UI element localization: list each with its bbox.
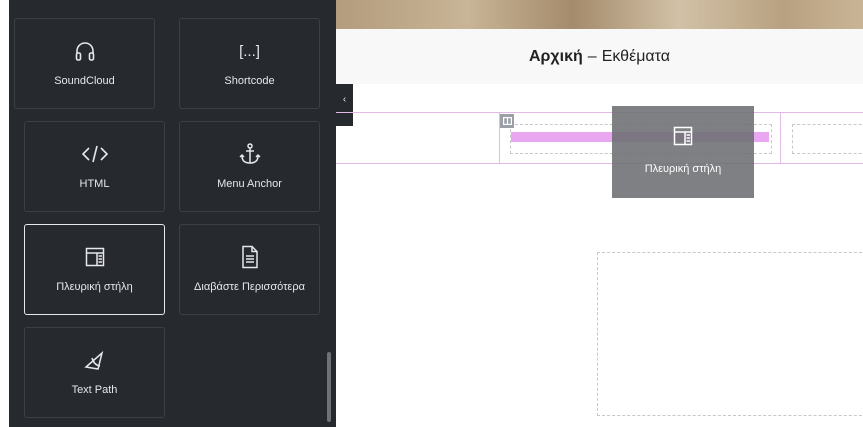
anchor-icon — [238, 140, 262, 168]
widget-shortcode[interactable]: [...] Shortcode — [179, 18, 320, 109]
widget-label: Διαβάστε Περισσότερα — [194, 281, 305, 293]
headphones-icon — [74, 37, 96, 65]
widget-label: Text Path — [71, 384, 118, 396]
header-image — [336, 0, 863, 29]
breadcrumb-home[interactable]: Αρχική — [529, 48, 583, 66]
column-handle[interactable] — [500, 114, 514, 128]
widget-label: HTML — [79, 178, 110, 190]
chevron-left-icon: ‹ — [342, 94, 347, 105]
widget-html[interactable]: HTML — [24, 121, 165, 212]
page-title: Εκθέματα — [601, 47, 671, 65]
left-gutter — [0, 0, 9, 427]
widget-read-more[interactable]: Διαβάστε Περισσότερα — [179, 224, 320, 315]
widget-text-path[interactable]: Text Path — [24, 327, 165, 418]
drag-preview: Πλευρική στήλη — [612, 106, 754, 198]
column-divider — [780, 112, 781, 164]
sidebar-icon — [85, 243, 105, 271]
sidebar-icon — [673, 126, 693, 151]
shortcode-icon: [...] — [239, 42, 260, 60]
empty-drop-area[interactable] — [597, 252, 863, 416]
empty-column-placeholder[interactable] — [792, 124, 863, 154]
widgets-panel: SoundCloud [...] Shortcode HTML Menu Anc… — [9, 0, 336, 427]
widget-label: Πλευρική στήλη — [56, 281, 133, 293]
panel-scrollbar[interactable] — [327, 352, 331, 422]
code-icon — [81, 140, 109, 168]
column-icon — [502, 112, 512, 130]
widget-label: Menu Anchor — [217, 178, 282, 190]
widget-soundcloud[interactable]: SoundCloud — [14, 18, 155, 109]
widget-menu-anchor[interactable]: Menu Anchor — [179, 121, 320, 212]
widget-label: SoundCloud — [54, 75, 115, 87]
widget-label: Shortcode — [224, 75, 275, 87]
widget-sidebar[interactable]: Πλευρική στήλη — [24, 224, 165, 315]
text-path-icon — [83, 346, 106, 374]
page-breadcrumb: Αρχική – Εκθέματα — [336, 29, 863, 84]
read-more-icon — [241, 243, 259, 271]
drag-preview-label: Πλευρική στήλη — [644, 163, 722, 175]
breadcrumb-separator: – — [587, 47, 597, 65]
